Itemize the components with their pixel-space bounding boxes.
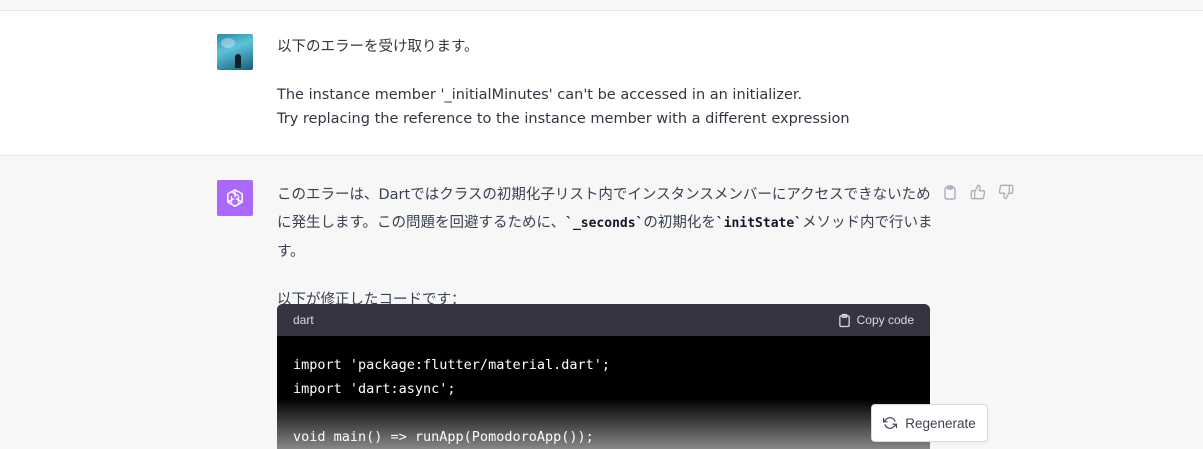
code-line: import 'dart:async'; <box>293 381 456 397</box>
p1-text-middle: の初期化を <box>643 215 716 231</box>
clipboard-icon <box>838 313 850 327</box>
user-line-2: The instance member '_initialMinutes' ca… <box>277 87 803 103</box>
code-line: ​ <box>293 401 914 425</box>
regenerate-label: Regenerate <box>905 415 976 431</box>
copy-message-button[interactable] <box>940 182 960 202</box>
avatar-figure <box>235 54 241 68</box>
code-line: void main() => runApp(PomodoroApp()); <box>293 429 594 445</box>
assistant-paragraph-1: このエラーは、Dartではクラスの初期化子リスト内でインスタンスメンバーにアクセ… <box>277 181 937 266</box>
code-block: dart Copy code import 'package:flutter/m… <box>277 304 930 449</box>
assistant-avatar <box>217 180 253 216</box>
inline-code-seconds: `_seconds` <box>565 216 644 231</box>
user-message-text: 以下のエラーを受け取ります。 The instance member '_ini… <box>277 35 977 131</box>
avatar-light <box>221 38 235 48</box>
thumbs-up-icon <box>970 184 986 200</box>
user-avatar <box>217 34 253 70</box>
regenerate-button[interactable]: Regenerate <box>871 404 988 442</box>
code-content: import 'package:flutter/material.dart'; i… <box>277 336 930 449</box>
assistant-message: このエラーは、Dartではクラスの初期化子リスト内でインスタンスメンバーにアクセ… <box>0 156 1203 449</box>
top-strip <box>0 0 1203 11</box>
openai-logo-icon <box>227 189 243 207</box>
refresh-icon <box>883 417 898 429</box>
inline-code-initstate: `initState` <box>715 216 802 231</box>
thumbs-up-button[interactable] <box>968 182 988 202</box>
thumbs-down-icon <box>998 184 1014 200</box>
code-line: import 'package:flutter/material.dart'; <box>293 357 610 373</box>
code-block-header: dart Copy code <box>277 304 930 336</box>
assistant-message-text: このエラーは、Dartではクラスの初期化子リスト内でインスタンスメンバーにアクセ… <box>277 181 937 314</box>
code-language-label: dart <box>293 313 314 327</box>
user-line-3: Try replacing the reference to the insta… <box>277 111 850 127</box>
message-actions <box>940 182 1016 202</box>
copy-code-label: Copy code <box>856 313 914 327</box>
clipboard-icon <box>944 184 956 200</box>
user-line-1: 以下のエラーを受け取ります。 <box>277 39 479 55</box>
thumbs-down-button[interactable] <box>996 182 1016 202</box>
copy-code-button[interactable]: Copy code <box>838 313 914 328</box>
user-message: 以下のエラーを受け取ります。 The instance member '_ini… <box>0 11 1203 156</box>
